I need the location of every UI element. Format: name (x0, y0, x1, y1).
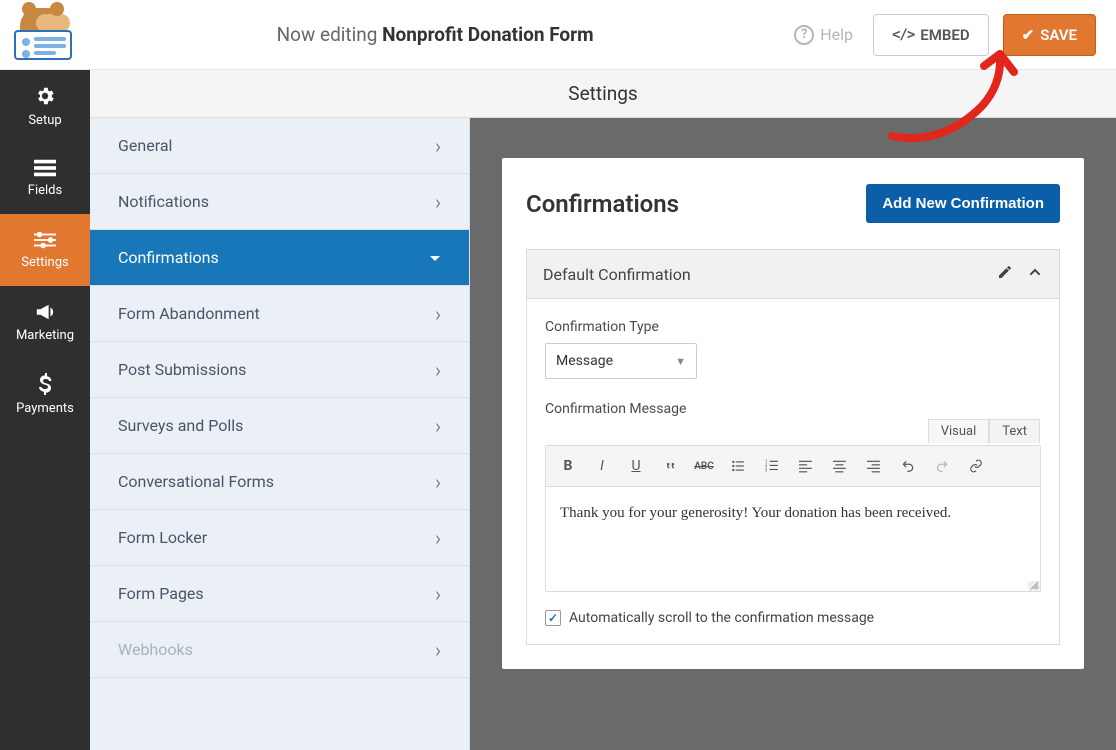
settings-menu-confirmations[interactable]: Confirmations (90, 230, 469, 286)
megaphone-icon (34, 302, 56, 322)
settings-menu-post-submissions[interactable]: Post Submissions› (90, 342, 469, 398)
settings-menu-conversational-forms[interactable]: Conversational Forms› (90, 454, 469, 510)
bold-button[interactable]: B (554, 452, 582, 480)
rail-item-setup[interactable]: Setup (0, 70, 90, 142)
panel: Confirmations Add New Confirmation Defau… (502, 158, 1084, 669)
chevron-down-icon: ▼ (675, 355, 686, 368)
embed-button[interactable]: </> EMBED (873, 14, 989, 56)
settings-menu: General› Notifications› Confirmations Fo… (90, 118, 470, 750)
align-center-button[interactable] (826, 452, 854, 480)
type-label: Confirmation Type (545, 319, 1041, 335)
svg-text:3: 3 (765, 467, 768, 472)
rail-label-fields: Fields (28, 183, 62, 198)
chevron-right-icon: › (435, 638, 441, 662)
settings-menu-form-abandonment[interactable]: Form Abandonment› (90, 286, 469, 342)
align-right-button[interactable] (860, 452, 888, 480)
gear-icon (34, 85, 56, 107)
panel-container: Confirmations Add New Confirmation Defau… (470, 118, 1116, 750)
chevron-right-icon: › (435, 302, 441, 326)
rich-editor: Visual Text B I U ABC (545, 445, 1041, 592)
rail-label-marketing: Marketing (16, 328, 74, 343)
settings-menu-form-locker[interactable]: Form Locker› (90, 510, 469, 566)
add-confirmation-button[interactable]: Add New Confirmation (866, 184, 1060, 223)
confirmation-box: Default Confirmation Confirmation Type M… (526, 249, 1060, 645)
page-title: Now editing Nonprofit Donation Form (76, 23, 794, 46)
form-name: Nonprofit Donation Form (382, 23, 593, 46)
rail-label-settings: Settings (21, 255, 68, 270)
save-button[interactable]: ✔ SAVE (1003, 14, 1096, 56)
settings-menu-notifications[interactable]: Notifications› (90, 174, 469, 230)
embed-icon: </> (892, 27, 914, 43)
chevron-right-icon: › (435, 470, 441, 494)
blockquote-button[interactable] (656, 452, 684, 480)
workarea: General› Notifications› Confirmations Fo… (90, 118, 1116, 750)
editor-toolbar: B I U ABC 123 (546, 446, 1040, 487)
resize-handle[interactable] (546, 581, 1040, 591)
italic-button[interactable]: I (588, 452, 616, 480)
numbered-list-button[interactable]: 123 (758, 452, 786, 480)
rail-item-fields[interactable]: Fields (0, 142, 90, 214)
panel-title: Confirmations (526, 190, 679, 218)
embed-label: EMBED (920, 26, 969, 44)
confirmation-body: Confirmation Type Message ▼ Confirmation… (527, 299, 1059, 644)
editor-tabs: Visual Text (928, 419, 1040, 443)
panel-head: Confirmations Add New Confirmation (526, 184, 1060, 223)
undo-button[interactable] (894, 452, 922, 480)
tab-text[interactable]: Text (989, 419, 1040, 443)
settings-menu-form-pages[interactable]: Form Pages› (90, 566, 469, 622)
rail-item-payments[interactable]: Payments (0, 358, 90, 430)
help-link[interactable]: ? Help (794, 25, 853, 45)
redo-button[interactable] (928, 452, 956, 480)
chevron-right-icon: › (435, 134, 441, 158)
list-icon (34, 159, 56, 177)
collapse-icon[interactable] (1027, 264, 1043, 284)
topbar: Now editing Nonprofit Donation Form ? He… (0, 0, 1116, 70)
align-left-button[interactable] (792, 452, 820, 480)
bullet-list-button[interactable] (724, 452, 752, 480)
underline-button[interactable]: U (622, 452, 650, 480)
msg-label: Confirmation Message (545, 401, 1041, 417)
confirmation-name: Default Confirmation (543, 265, 691, 284)
subheader-title: Settings (568, 82, 637, 105)
auto-scroll-row[interactable]: ✓ Automatically scroll to the confirmati… (545, 610, 1041, 626)
chevron-right-icon: › (435, 582, 441, 606)
auto-scroll-checkbox[interactable]: ✓ (545, 610, 561, 626)
rail-item-settings[interactable]: Settings (0, 214, 90, 286)
settings-menu-surveys-polls[interactable]: Surveys and Polls› (90, 398, 469, 454)
save-label: SAVE (1040, 26, 1077, 44)
link-button[interactable] (962, 452, 990, 480)
rail-label-payments: Payments (16, 401, 74, 416)
chevron-right-icon: › (435, 414, 441, 438)
chevron-right-icon: › (435, 190, 441, 214)
settings-menu-general[interactable]: General› (90, 118, 469, 174)
left-rail: Setup Fields Settings Marketing Payments (0, 70, 90, 750)
wpforms-logo (10, 8, 76, 62)
editor-content[interactable]: Thank you for your generosity! Your dona… (546, 487, 1040, 581)
dollar-icon (38, 373, 52, 395)
type-value: Message (556, 353, 613, 369)
confirmation-header: Default Confirmation (527, 250, 1059, 299)
chevron-down-icon (429, 246, 441, 270)
rail-label-setup: Setup (28, 113, 61, 128)
help-label: Help (820, 25, 853, 44)
rail-item-marketing[interactable]: Marketing (0, 286, 90, 358)
content: Settings General› Notifications› Confirm… (90, 70, 1116, 750)
strikethrough-button[interactable]: ABC (690, 452, 718, 480)
settings-menu-webhooks[interactable]: Webhooks› (90, 622, 469, 678)
sliders-icon (34, 231, 56, 249)
type-select[interactable]: Message ▼ (545, 343, 697, 379)
edit-icon[interactable] (997, 264, 1013, 284)
chevron-right-icon: › (435, 526, 441, 550)
chevron-right-icon: › (435, 358, 441, 382)
subheader: Settings (90, 70, 1116, 118)
editing-prefix: Now editing (277, 23, 378, 46)
auto-scroll-label: Automatically scroll to the confirmation… (569, 610, 874, 626)
check-icon: ✔ (1022, 26, 1035, 44)
tab-visual[interactable]: Visual (928, 419, 990, 443)
help-icon: ? (794, 25, 814, 45)
